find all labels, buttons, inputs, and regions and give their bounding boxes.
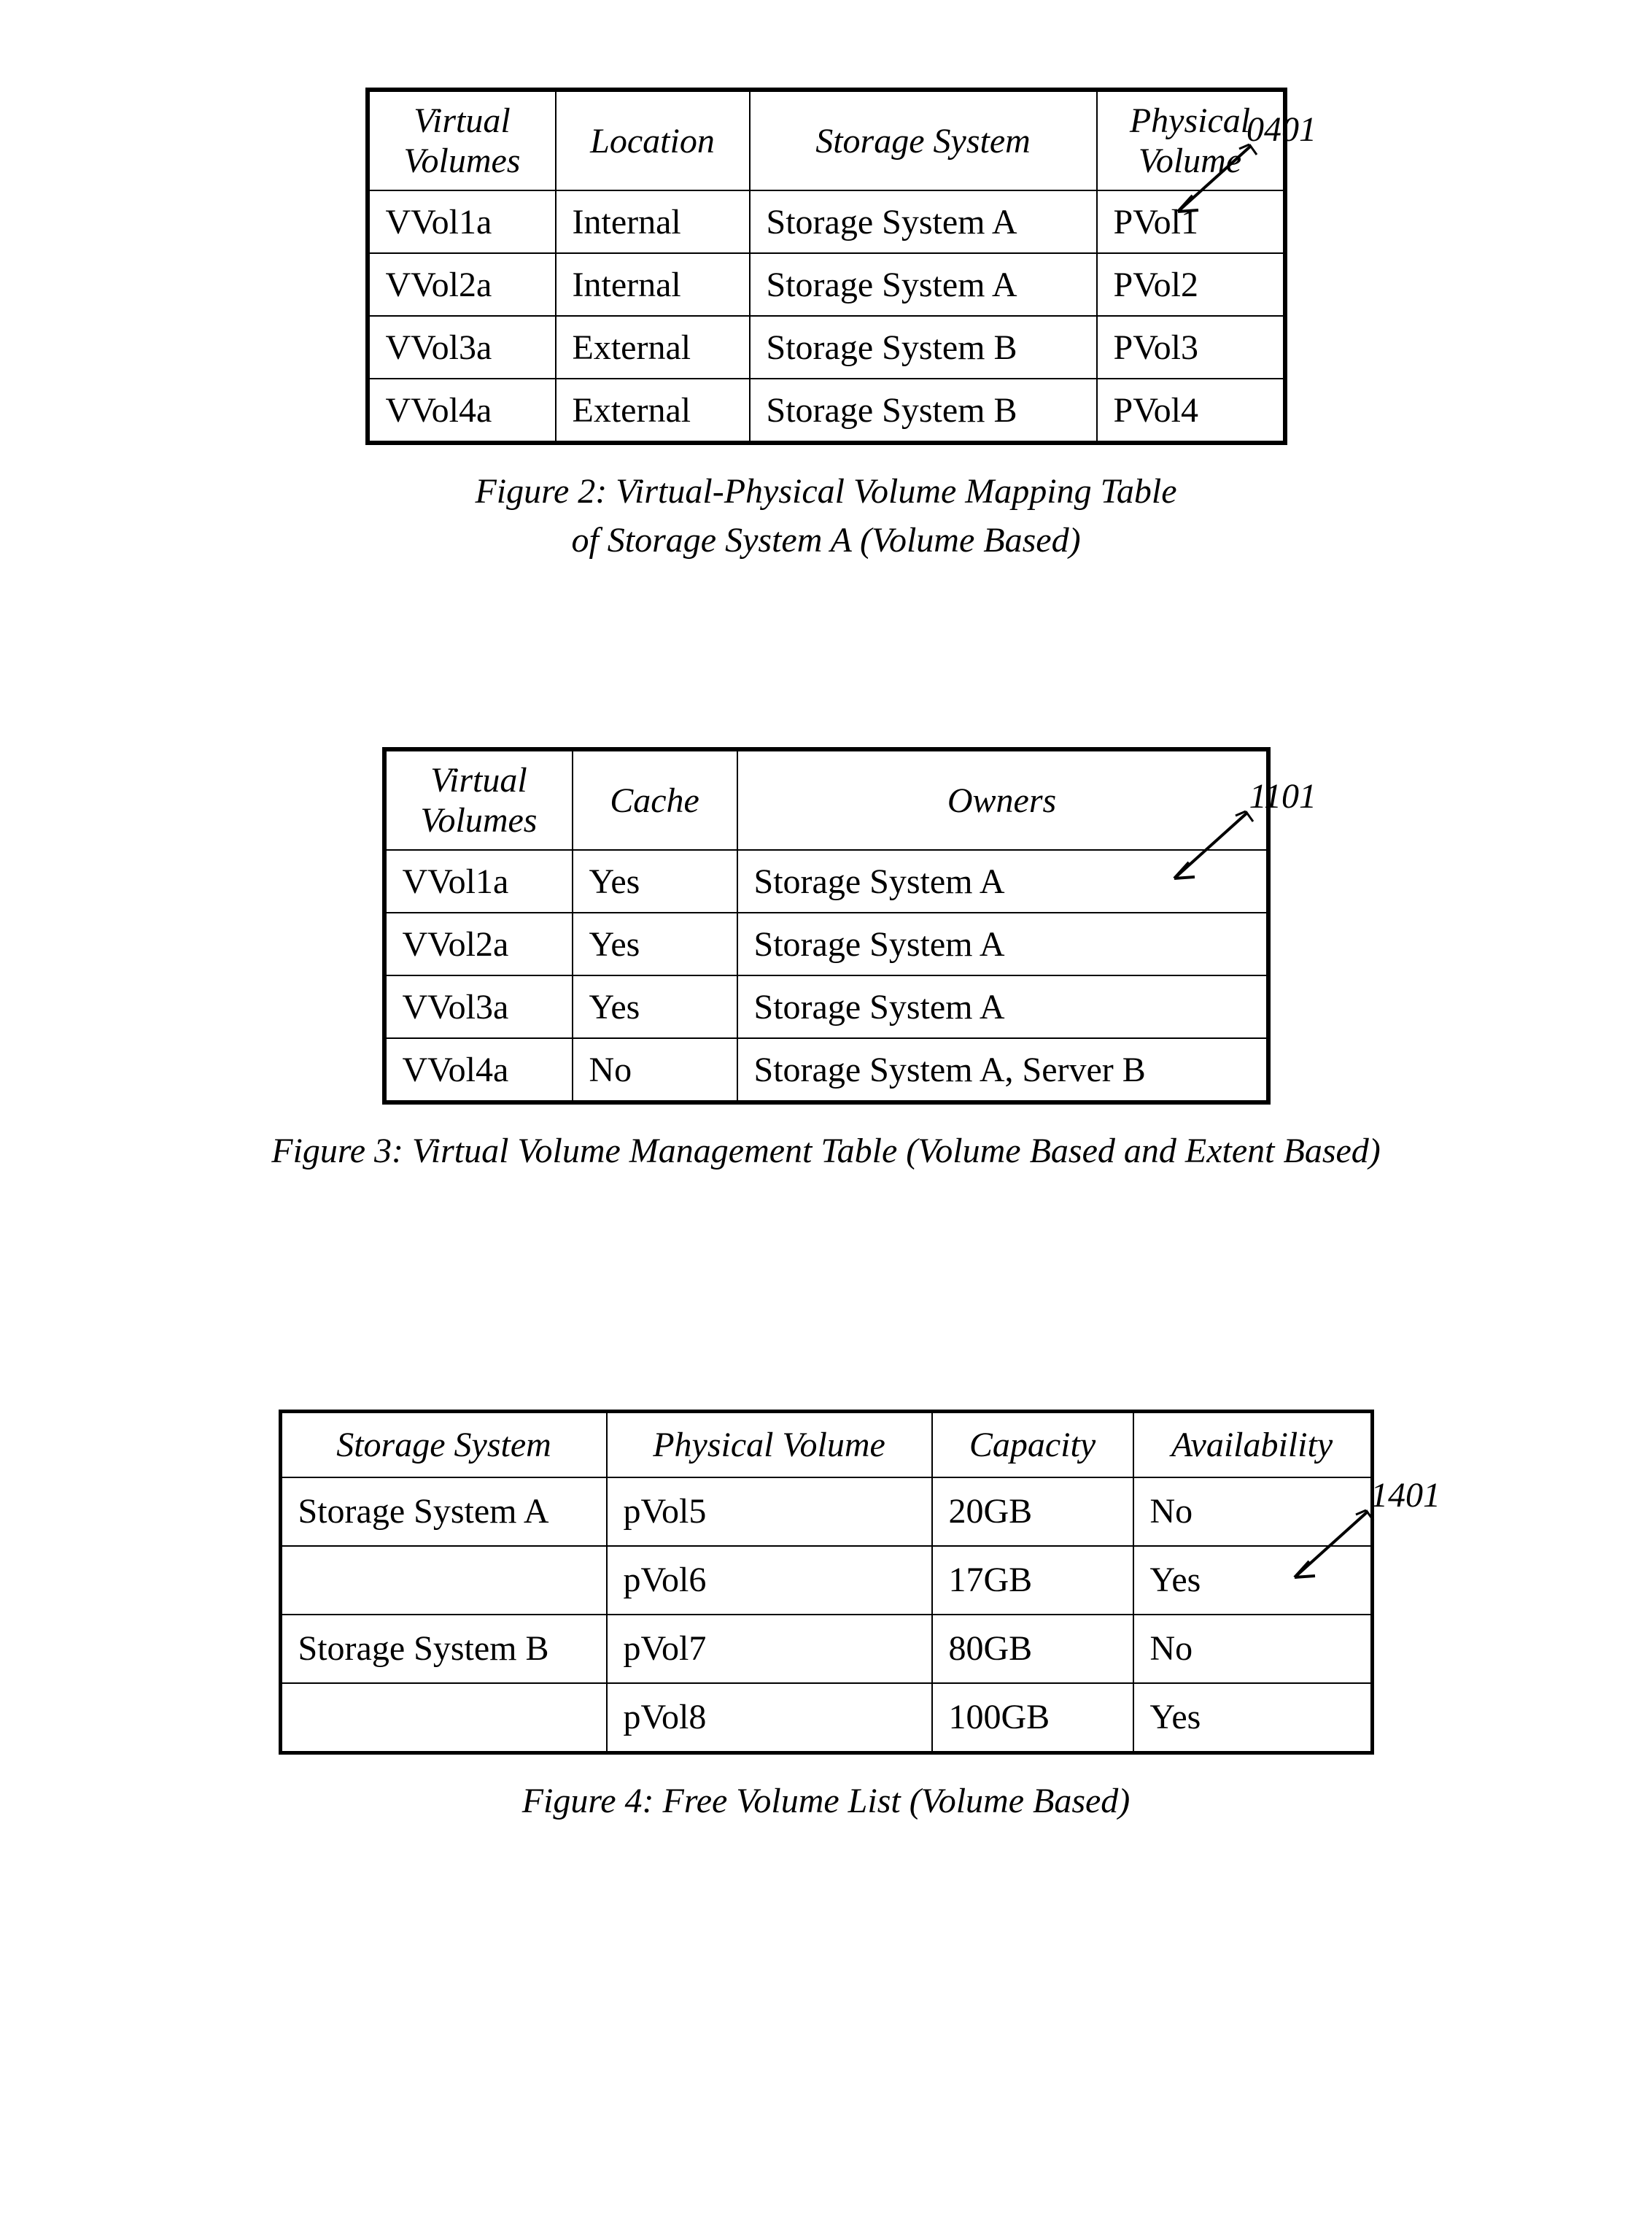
cell: Internal	[556, 253, 750, 316]
table-header-row: Virtual Volumes Cache Owners	[384, 749, 1268, 850]
cell: VVol2a	[384, 913, 573, 975]
cell: No	[1133, 1477, 1373, 1546]
cell: Yes	[1133, 1546, 1373, 1615]
cell: Storage System A	[737, 975, 1268, 1038]
cell: VVol3a	[384, 975, 573, 1038]
cell: pVol5	[607, 1477, 932, 1546]
figure-2-caption: Figure 2: Virtual-Physical Volume Mappin…	[88, 467, 1564, 565]
table-row: Storage System B pVol7 80GB No	[280, 1615, 1372, 1683]
cell: Storage System A	[750, 253, 1097, 316]
cell: Yes	[1133, 1683, 1373, 1753]
cell: No	[1133, 1615, 1373, 1683]
figure-3-block: Virtual Volumes Cache Owners VVol1a Yes …	[88, 747, 1564, 1175]
col-header: Location	[556, 90, 750, 190]
cell: VVol1a	[368, 190, 556, 253]
figure-2-block: Virtual Volumes Location Storage System …	[88, 88, 1564, 565]
table-row: VVol4a No Storage System A, Server B	[384, 1038, 1268, 1102]
cell	[280, 1546, 607, 1615]
figure-3-table: Virtual Volumes Cache Owners VVol1a Yes …	[382, 747, 1271, 1105]
cell: Storage System A	[280, 1477, 607, 1546]
cell	[280, 1683, 607, 1753]
cell: VVol4a	[384, 1038, 573, 1102]
cell: 80GB	[932, 1615, 1133, 1683]
cell: VVol1a	[384, 850, 573, 913]
cell: External	[556, 379, 750, 443]
cell: pVol8	[607, 1683, 932, 1753]
col-header: Physical Volume	[607, 1411, 932, 1477]
figure-3-caption: Figure 3: Virtual Volume Management Tabl…	[88, 1126, 1564, 1175]
col-header: Virtual Volumes	[384, 749, 573, 850]
figure-4-table: Storage System Physical Volume Capacity …	[279, 1410, 1374, 1755]
caption-line: of Storage System A (Volume Based)	[571, 521, 1080, 560]
table-row: VVol1a Internal Storage System A PVol1	[368, 190, 1285, 253]
col-header: Virtual Volumes	[368, 90, 556, 190]
cell: PVol1	[1097, 190, 1285, 253]
table-row: VVol1a Yes Storage System A	[384, 850, 1268, 913]
cell: VVol3a	[368, 316, 556, 379]
cell: pVol6	[607, 1546, 932, 1615]
cell: Storage System B	[750, 316, 1097, 379]
caption-line: Figure 2: Virtual-Physical Volume Mappin…	[475, 472, 1176, 511]
cell: Storage System A	[737, 913, 1268, 975]
cell: 20GB	[932, 1477, 1133, 1546]
cell: Storage System A, Server B	[737, 1038, 1268, 1102]
cell: 100GB	[932, 1683, 1133, 1753]
figure-3-ref-label: 1101	[1249, 776, 1316, 816]
figure-2-ref-label: 0401	[1246, 109, 1316, 150]
cell: Yes	[573, 913, 737, 975]
table-row: VVol2a Internal Storage System A PVol2	[368, 253, 1285, 316]
cell: PVol4	[1097, 379, 1285, 443]
col-header: Owners	[737, 749, 1268, 850]
cell: VVol2a	[368, 253, 556, 316]
table-row: Storage System A pVol5 20GB No	[280, 1477, 1372, 1546]
cell: VVol4a	[368, 379, 556, 443]
table-header-row: Virtual Volumes Location Storage System …	[368, 90, 1285, 190]
figure-4-caption: Figure 4: Free Volume List (Volume Based…	[88, 1777, 1564, 1825]
cell: Storage System B	[750, 379, 1097, 443]
cell: No	[573, 1038, 737, 1102]
cell: 17GB	[932, 1546, 1133, 1615]
col-header: Cache	[573, 749, 737, 850]
table-row: VVol3a Yes Storage System A	[384, 975, 1268, 1038]
cell: Storage System B	[280, 1615, 607, 1683]
table-row: VVol4a External Storage System B PVol4	[368, 379, 1285, 443]
cell: External	[556, 316, 750, 379]
table-header-row: Storage System Physical Volume Capacity …	[280, 1411, 1372, 1477]
col-header: Storage System	[280, 1411, 607, 1477]
col-header: Capacity	[932, 1411, 1133, 1477]
cell: Internal	[556, 190, 750, 253]
col-header: Availability	[1133, 1411, 1373, 1477]
table-row: VVol3a External Storage System B PVol3	[368, 316, 1285, 379]
table-row: pVol8 100GB Yes	[280, 1683, 1372, 1753]
figure-4-ref-label: 1401	[1370, 1475, 1440, 1515]
col-header: Storage System	[750, 90, 1097, 190]
figure-2-table: Virtual Volumes Location Storage System …	[365, 88, 1287, 445]
table-row: pVol6 17GB Yes	[280, 1546, 1372, 1615]
cell: PVol3	[1097, 316, 1285, 379]
cell: pVol7	[607, 1615, 932, 1683]
cell: Yes	[573, 975, 737, 1038]
figure-4-block: Storage System Physical Volume Capacity …	[88, 1410, 1564, 1825]
cell: Storage System A	[737, 850, 1268, 913]
cell: Storage System A	[750, 190, 1097, 253]
cell: Yes	[573, 850, 737, 913]
table-row: VVol2a Yes Storage System A	[384, 913, 1268, 975]
cell: PVol2	[1097, 253, 1285, 316]
